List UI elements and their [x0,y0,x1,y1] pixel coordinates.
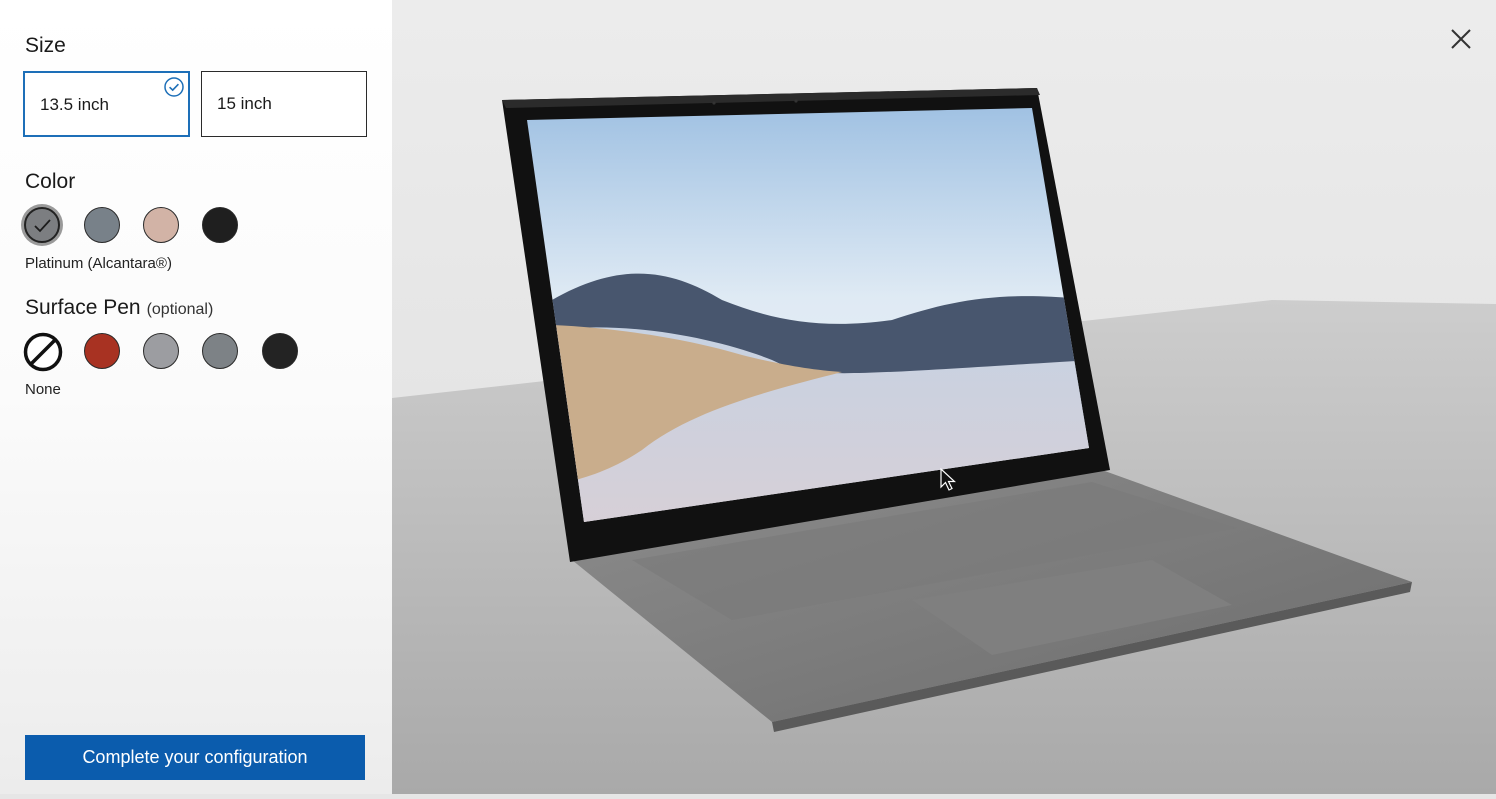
size-option-label: 13.5 inch [40,95,109,114]
check-icon [34,219,51,233]
size-option-13-5[interactable]: 13.5 inch [23,71,190,137]
pen-swatch-ice-blue[interactable] [202,333,238,369]
color-swatch-platinum[interactable] [24,207,60,243]
pen-swatch-platinum[interactable] [143,333,179,369]
color-heading: Color [25,170,76,193]
size-option-15[interactable]: 15 inch [201,71,367,137]
pen-optional-note: (optional) [146,301,214,318]
color-swatch-black[interactable] [202,207,238,243]
none-icon [23,332,63,372]
laptop-image [392,0,1496,794]
color-swatch-sandstone[interactable] [143,207,179,243]
color-swatch-ice-blue[interactable] [84,207,120,243]
pen-swatch-black[interactable] [262,333,298,369]
pen-heading: Surface Pen (optional) [25,296,213,320]
pen-heading-text: Surface Pen [25,296,141,319]
selected-pen-name: None [25,381,61,398]
selected-color-name: Platinum (Alcantara®) [25,255,172,272]
close-icon[interactable] [1450,28,1472,50]
pen-option-none[interactable] [23,332,63,372]
check-circle-icon [164,77,184,97]
size-option-label: 15 inch [217,94,272,113]
mouse-cursor-icon [940,468,956,491]
complete-configuration-button[interactable]: Complete your configuration [25,735,365,780]
pen-swatch-poppy-red[interactable] [84,333,120,369]
configuration-panel: Size 13.5 inch 15 inch Color Platinum (A… [0,0,392,794]
product-3d-viewer[interactable] [392,0,1496,794]
size-heading: Size [25,34,66,57]
